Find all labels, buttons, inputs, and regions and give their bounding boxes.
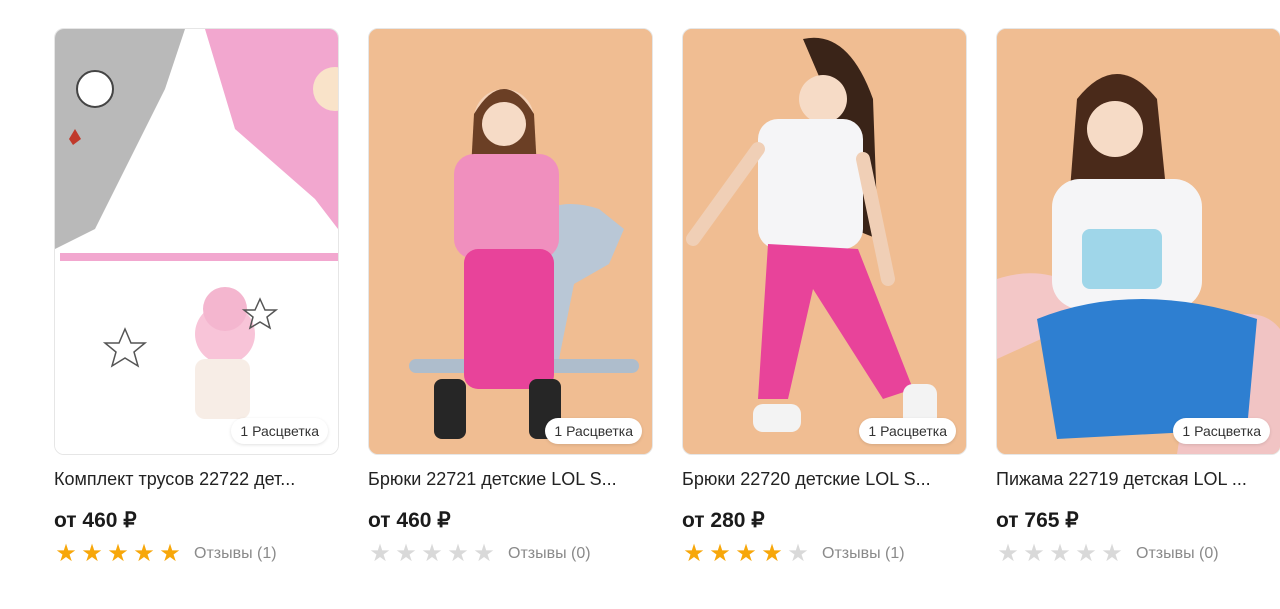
color-variants-badge: 1 Расцветка — [231, 418, 328, 444]
rating-row: ★ ★ ★ ★ ★ Отзывы (0) — [996, 542, 1280, 566]
star-icon: ★ — [421, 540, 443, 567]
product-price: от 460 ₽ — [54, 509, 137, 532]
star-icon: ★ — [761, 540, 783, 567]
product-title[interactable]: Брюки 22721 детские LOL S... — [368, 469, 648, 490]
star-icon: ★ — [159, 540, 181, 567]
product-image[interactable]: 1 Расцветка — [996, 28, 1280, 455]
product-title[interactable]: Пижама 22719 детская LOL ... — [996, 469, 1276, 490]
star-icon: ★ — [1101, 540, 1123, 567]
star-icon: ★ — [55, 540, 77, 567]
star-icon: ★ — [395, 540, 417, 567]
reviews-link[interactable]: Отзывы (1) — [822, 545, 905, 563]
rating-stars: ★ ★ ★ ★ ★ — [368, 542, 496, 566]
product-card[interactable]: 1 Расцветка Брюки 22720 детские LOL S...… — [682, 28, 967, 566]
product-grid: 1 Расцветка Комплект трусов 22722 дет...… — [54, 28, 1280, 566]
star-icon: ★ — [1075, 540, 1097, 567]
star-icon: ★ — [81, 540, 103, 567]
product-image[interactable]: 1 Расцветка — [54, 28, 339, 455]
product-card[interactable]: 1 Расцветка Пижама 22719 детская LOL ...… — [996, 28, 1280, 566]
product-price: от 460 ₽ — [368, 509, 451, 532]
star-icon: ★ — [133, 540, 155, 567]
star-icon: ★ — [107, 540, 129, 567]
rating-stars: ★ ★ ★ ★ ★ — [996, 542, 1124, 566]
rating-stars: ★ ★ ★ ★ ★ — [54, 542, 182, 566]
product-title[interactable]: Брюки 22720 детские LOL S... — [682, 469, 962, 490]
reviews-link[interactable]: Отзывы (0) — [1136, 545, 1219, 563]
rating-row: ★ ★ ★ ★ ★ Отзывы (0) — [368, 542, 653, 566]
star-icon: ★ — [447, 540, 469, 567]
star-icon: ★ — [787, 540, 809, 567]
rating-row: ★ ★ ★ ★ ★ Отзывы (1) — [682, 542, 967, 566]
star-icon: ★ — [1023, 540, 1045, 567]
rating-row: ★ ★ ★ ★ ★ Отзывы (1) — [54, 542, 339, 566]
product-image[interactable]: 1 Расцветка — [682, 28, 967, 455]
rating-stars: ★ ★ ★ ★ ★ — [682, 542, 810, 566]
color-variants-badge: 1 Расцветка — [545, 418, 642, 444]
star-icon: ★ — [473, 540, 495, 567]
reviews-link[interactable]: Отзывы (1) — [194, 545, 277, 563]
star-icon: ★ — [735, 540, 757, 567]
product-price: от 765 ₽ — [996, 509, 1079, 532]
product-price: от 280 ₽ — [682, 509, 765, 532]
reviews-link[interactable]: Отзывы (0) — [508, 545, 591, 563]
product-image[interactable]: 1 Расцветка — [368, 28, 653, 455]
star-icon: ★ — [683, 540, 705, 567]
color-variants-badge: 1 Расцветка — [1173, 418, 1270, 444]
product-card[interactable]: 1 Расцветка Брюки 22721 детские LOL S...… — [368, 28, 653, 566]
product-title[interactable]: Комплект трусов 22722 дет... — [54, 469, 334, 490]
product-card[interactable]: 1 Расцветка Комплект трусов 22722 дет...… — [54, 28, 339, 566]
star-icon: ★ — [1049, 540, 1071, 567]
star-icon: ★ — [709, 540, 731, 567]
star-icon: ★ — [369, 540, 391, 567]
star-icon: ★ — [997, 540, 1019, 567]
color-variants-badge: 1 Расцветка — [859, 418, 956, 444]
